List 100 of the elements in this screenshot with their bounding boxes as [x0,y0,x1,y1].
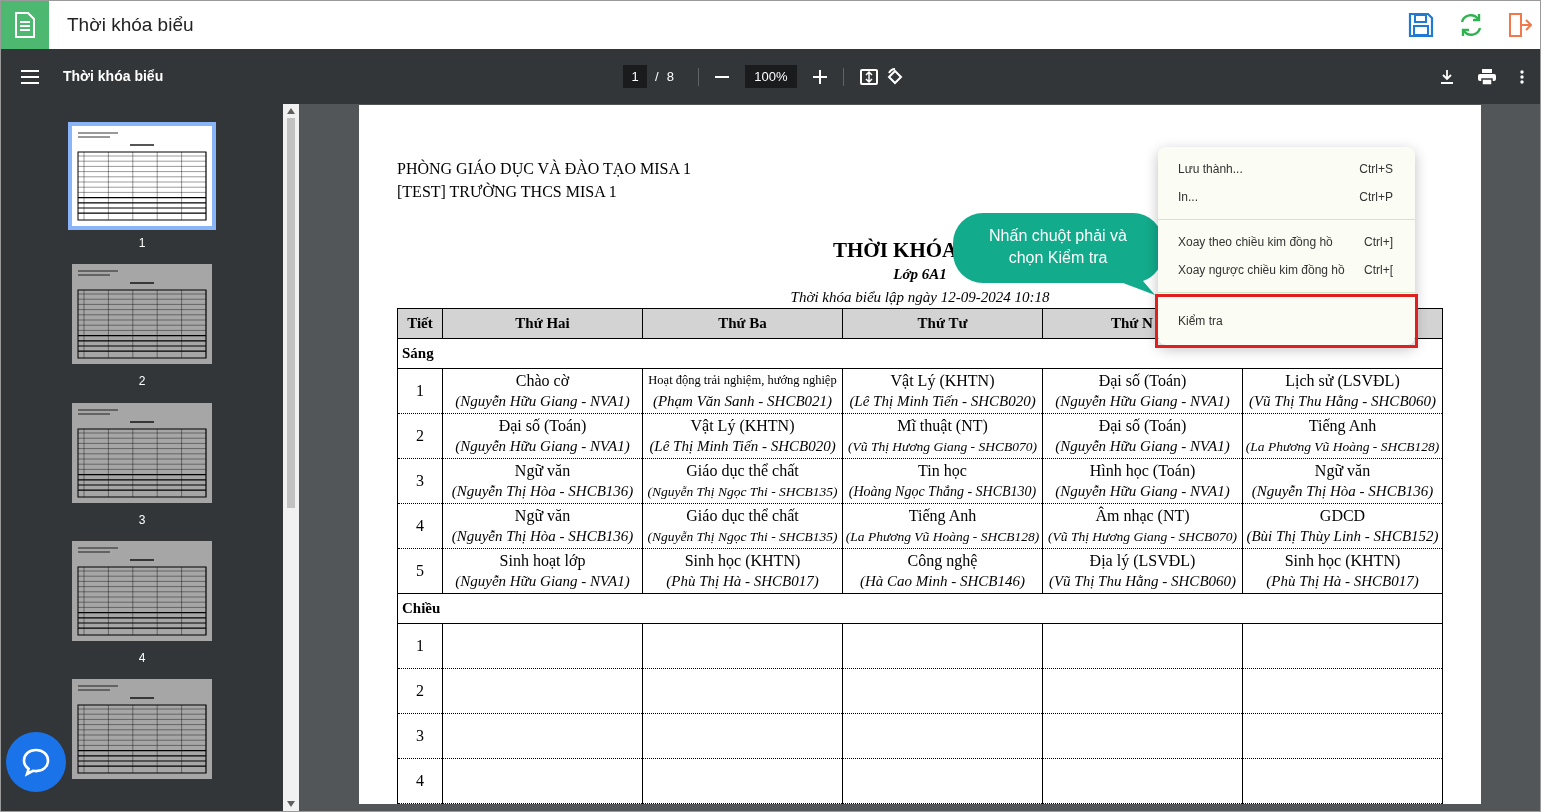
teacher-text: (Nguyễn Thị Hòa - SHCB136) [1250,482,1435,502]
rotate-icon[interactable] [885,67,904,86]
page-separator: / [655,67,659,86]
menu-icon[interactable] [21,69,39,84]
teacher-text: (Vũ Thị Thu Hằng - SHCB060) [1047,572,1238,592]
more-options-icon[interactable] [1520,69,1524,84]
teacher-text: (Nguyễn Hữu Giang - NVA1) [1054,392,1231,412]
period-cell: 2 [397,413,443,459]
subject-text: Lịch sử (LSVĐL) [1284,371,1401,392]
header-line: [TEST] TRƯỜNG THCS MISA 1 [397,181,617,203]
document-title: Thời khóa biểu [63,67,165,87]
page-label: 1 [138,235,146,253]
menu-item[interactable]: Lưu thành... Ctrl+S [1158,155,1415,183]
scroll-up-icon[interactable] [287,108,295,115]
menu-item-label: Xoay ngược chiều kim đồng hồ [1178,262,1345,279]
class-label: Lớp 6A1 [893,265,947,285]
scrollbar[interactable] [283,104,299,811]
subject-text: Sinh hoạt lớp [498,551,587,572]
subject-text: Sinh học (KHTN) [683,551,802,572]
subject-text: Ngữ văn [1313,461,1372,482]
teacher-text: (Nguyễn Hữu Giang - NVA1) [454,392,631,412]
menu-item-label: Lưu thành... [1178,161,1243,178]
teacher-text: (La Phương Vũ Hoàng - SHCB128) [1245,438,1440,457]
column-header: Thứ Tư [842,308,1043,339]
teacher-text: (Nguyễn Thị Hòa - SHCB136) [450,527,635,547]
teacher-text: (Vũ Thị Thu Hằng - SHCB060) [1247,392,1438,412]
subject-text: Vật Lý (KHTN) [889,371,996,392]
subject-text: Ngữ văn [513,506,572,527]
teacher-text: (Phù Thị Hà - SHCB017) [665,572,820,592]
subject-text: Giáo dục thể chất [685,506,800,527]
page-thumbnail[interactable] [72,402,212,503]
download-icon[interactable] [1440,69,1454,84]
subject-text: Mĩ thuật (NT) [896,416,989,437]
subject-text: Vật Lý (KHTN) [689,416,796,437]
callout-text: Nhấn chuột phải và chọn Kiểm tra [988,226,1128,268]
period-cell: 3 [397,713,443,759]
teacher-text: (Hoàng Ngọc Thắng - SHCB130) [847,483,1038,502]
created-date: Thời khóa biểu lập ngày 12-09-2024 10:18 [790,287,1050,307]
header-line: PHÒNG GIÁO DỤC VÀ ĐÀO TẠO MISA 1 [397,158,692,180]
print-icon[interactable] [1478,68,1496,85]
section-label: Sáng [402,345,434,362]
period-cell: 4 [397,758,443,804]
teacher-text: (Nguyễn Hữu Giang - NVA1) [1054,482,1231,502]
shortcut-text: Ctrl+S [1359,161,1393,178]
period-cell: 1 [397,623,443,669]
teacher-text: (Nguyễn Hữu Giang - NVA1) [454,572,631,592]
subject-text: Tiếng Anh [907,506,978,527]
period-cell: 4 [397,503,443,549]
scroll-down-icon[interactable] [287,801,295,807]
subject-text: Công nghệ [906,551,979,572]
menu-item[interactable]: Xoay ngược chiều kim đồng hồ Ctrl+[ [1158,256,1415,284]
menu-item-label: Xoay theo chiều kim đồng hồ [1178,234,1333,251]
teacher-text: (Phạm Văn Sanh - SHCB021) [651,392,834,412]
page-thumbnail[interactable] [72,264,212,365]
page-thumbnail[interactable] [72,678,212,779]
teacher-text: (Nguyễn Thị Hòa - SHCB136) [450,482,635,502]
subject-text: Đại số (Toán) [1097,416,1188,437]
page-number-field[interactable]: 1 [623,64,647,89]
column-header: Thứ Ba [642,308,843,339]
teacher-text: (Nguyễn Hữu Giang - NVA1) [454,437,631,457]
scrollbar-thumb[interactable] [287,118,295,509]
fit-page-icon[interactable] [859,68,878,85]
subject-text: Đại số (Toán) [497,416,588,437]
teacher-text: (Nguyễn Hữu Giang - NVA1) [1054,437,1231,457]
menu-item-label: Kiểm tra [1178,313,1223,330]
subject-text: Địa lý (LSVĐL) [1088,551,1197,572]
page-label: 3 [138,511,146,529]
teacher-text: (Bùi Thị Thùy Linh - SHCB152) [1245,527,1440,547]
shortcut-text: Ctrl+] [1364,234,1393,251]
teacher-text: (Lê Thị Minh Tiến - SHCB020) [848,392,1037,412]
sync-icon[interactable] [1458,12,1484,38]
teacher-text: (Hà Cao Minh - SHCB146) [859,572,1026,592]
column-header: Thứ Hai [442,308,643,339]
page-total: 8 [666,67,674,86]
subject-text: Ngữ văn [513,461,572,482]
teacher-text: (Vũ Thị Hương Giang - SHCB070) [847,438,1038,457]
subject-text: Tiếng Anh [1307,416,1378,437]
subject-text: Hình học (Toán) [1088,461,1197,482]
section-label: Chiều [402,600,441,617]
shortcut-text: Ctrl+[ [1364,262,1393,279]
subject-text: Tin học [917,461,968,482]
chat-icon [21,747,51,777]
save-icon[interactable] [1408,12,1434,38]
page-label: 2 [138,373,146,391]
app-title: Thời khóa biểu [67,12,195,37]
period-cell: 1 [397,368,443,414]
subject-text: Đại số (Toán) [1097,371,1188,392]
period-cell: 5 [397,548,443,594]
exit-icon[interactable] [1508,12,1532,38]
menu-item[interactable]: Xoay theo chiều kim đồng hồ Ctrl+] [1158,228,1415,256]
zoom-field[interactable]: 100% [744,64,797,89]
period-cell: 2 [397,668,443,714]
period-cell: 3 [397,458,443,504]
subject-text: Hoạt động trải nghiệm, hướng nghiệp [647,372,838,390]
page-thumbnail[interactable] [72,540,212,641]
document-icon [14,12,36,38]
menu-item[interactable]: In... Ctrl+P [1158,183,1415,211]
subject-text: GDCD [1318,506,1367,527]
zoom-in-icon[interactable] [812,69,827,84]
teacher-text: (Nguyễn Thị Ngọc Thi - SHCB135) [646,483,839,502]
